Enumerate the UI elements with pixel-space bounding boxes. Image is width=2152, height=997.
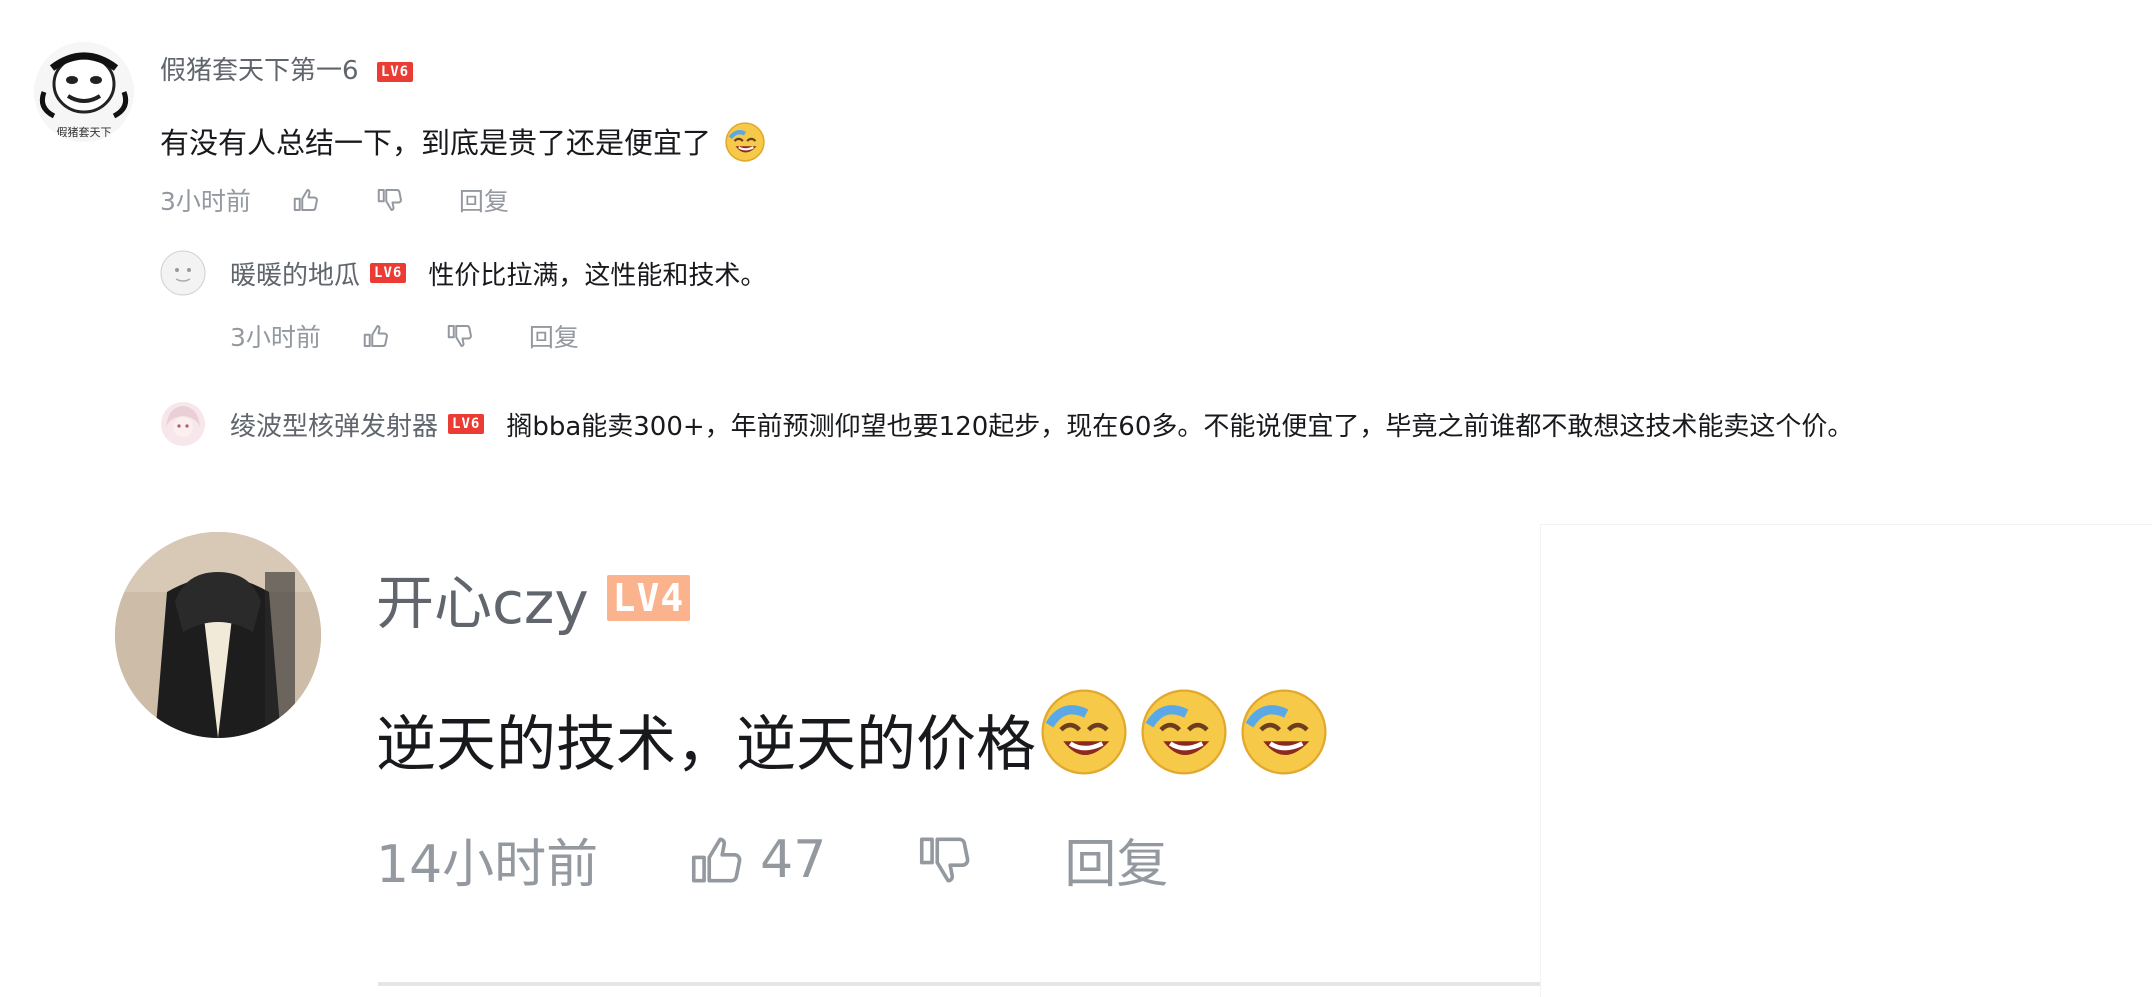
comment-text: 逆天的技术，逆天的价格 [376, 710, 1036, 780]
user-avatar[interactable] [115, 532, 321, 738]
dislike-button[interactable] [445, 321, 475, 351]
laugh-cry-emoji [1238, 686, 1330, 793]
reply-button[interactable]: 回复 [459, 182, 509, 218]
laugh-cry-emoji [1038, 686, 1130, 793]
comment-username[interactable]: 假猪套天下第一6 [160, 56, 359, 86]
level-badge: LV6 [376, 61, 414, 82]
reply-item: 暖暖的地瓜 LV6 性价比拉满，这性能和技术。 [160, 250, 766, 296]
reply-avatar[interactable] [160, 250, 206, 296]
reply-avatar[interactable] [160, 401, 206, 447]
reply-item: 绫波型核弹发射器 LV6 搁bba能卖300+，年前预测仰望也要120起步，现在… [160, 401, 1853, 447]
laugh-cry-emoji [1138, 686, 1230, 793]
top-comment-thread: 假猪套天下 假猪套天下第一6 LV6 有没有人总结一下，到底是贵了还是便宜了 3… [0, 0, 2152, 500]
comment-username-row: 开心czy LV4 [376, 556, 691, 640]
thumbs-up-icon [692, 837, 742, 882]
user-avatar[interactable]: 假猪套天下 [34, 42, 134, 142]
comment-actions: 3小时前 回复 [160, 182, 509, 218]
side-panel [1540, 524, 2152, 997]
reply-text: 搁bba能卖300+，年前预测仰望也要120起步，现在60多。不能说便宜了，毕竟… [506, 411, 1854, 442]
photo-avatar [115, 532, 321, 738]
comment-divider [378, 982, 1540, 986]
reply-time: 3小时前 [230, 323, 321, 352]
comment-username[interactable]: 开心czy [376, 556, 589, 640]
thumbs-down-icon [920, 837, 970, 882]
reply-button[interactable]: 回复 [529, 318, 579, 354]
sketch-face-avatar [160, 250, 206, 296]
comment-text: 有没有人总结一下，到底是贵了还是便宜了 [160, 126, 712, 160]
thumbs-up-icon [293, 189, 318, 211]
like-button[interactable] [291, 185, 321, 215]
thumbs-down-icon [447, 325, 472, 347]
svg-text:假猪套天下: 假猪套天下 [57, 125, 112, 139]
level-badge: LV6 [448, 414, 485, 434]
level-badge: LV6 [370, 263, 407, 283]
reply-username[interactable]: 绫波型核弹发射器 [230, 406, 438, 443]
like-count: 47 [760, 829, 827, 890]
level-badge: LV4 [606, 575, 691, 621]
reply-username[interactable]: 暖暖的地瓜 [230, 255, 360, 292]
comment-text-row: 逆天的技术，逆天的价格 [376, 686, 1330, 793]
like-button[interactable] [361, 321, 391, 351]
reply-text: 性价比拉满，这性能和技术。 [428, 260, 767, 291]
like-button[interactable]: 47 [686, 829, 826, 891]
dislike-button[interactable] [375, 185, 405, 215]
comment-actions: 14小时前 47 回复 [376, 822, 1168, 897]
reply-button[interactable]: 回复 [1064, 822, 1168, 897]
comment-username-row: 假猪套天下第一6 LV6 [160, 50, 414, 87]
meme-face-avatar: 假猪套天下 [34, 42, 134, 142]
reply-actions: 3小时前 回复 [230, 318, 579, 354]
comment-text-row: 有没有人总结一下，到底是贵了还是便宜了 [160, 120, 766, 170]
comment-time: 3小时前 [160, 187, 251, 216]
dislike-button[interactable] [914, 829, 976, 891]
anime-girl-avatar [161, 402, 205, 446]
thumbs-down-icon [377, 189, 402, 211]
thumbs-up-icon [363, 325, 388, 347]
laugh-cry-emoji [724, 121, 766, 170]
comment-time: 14小时前 [376, 835, 599, 895]
